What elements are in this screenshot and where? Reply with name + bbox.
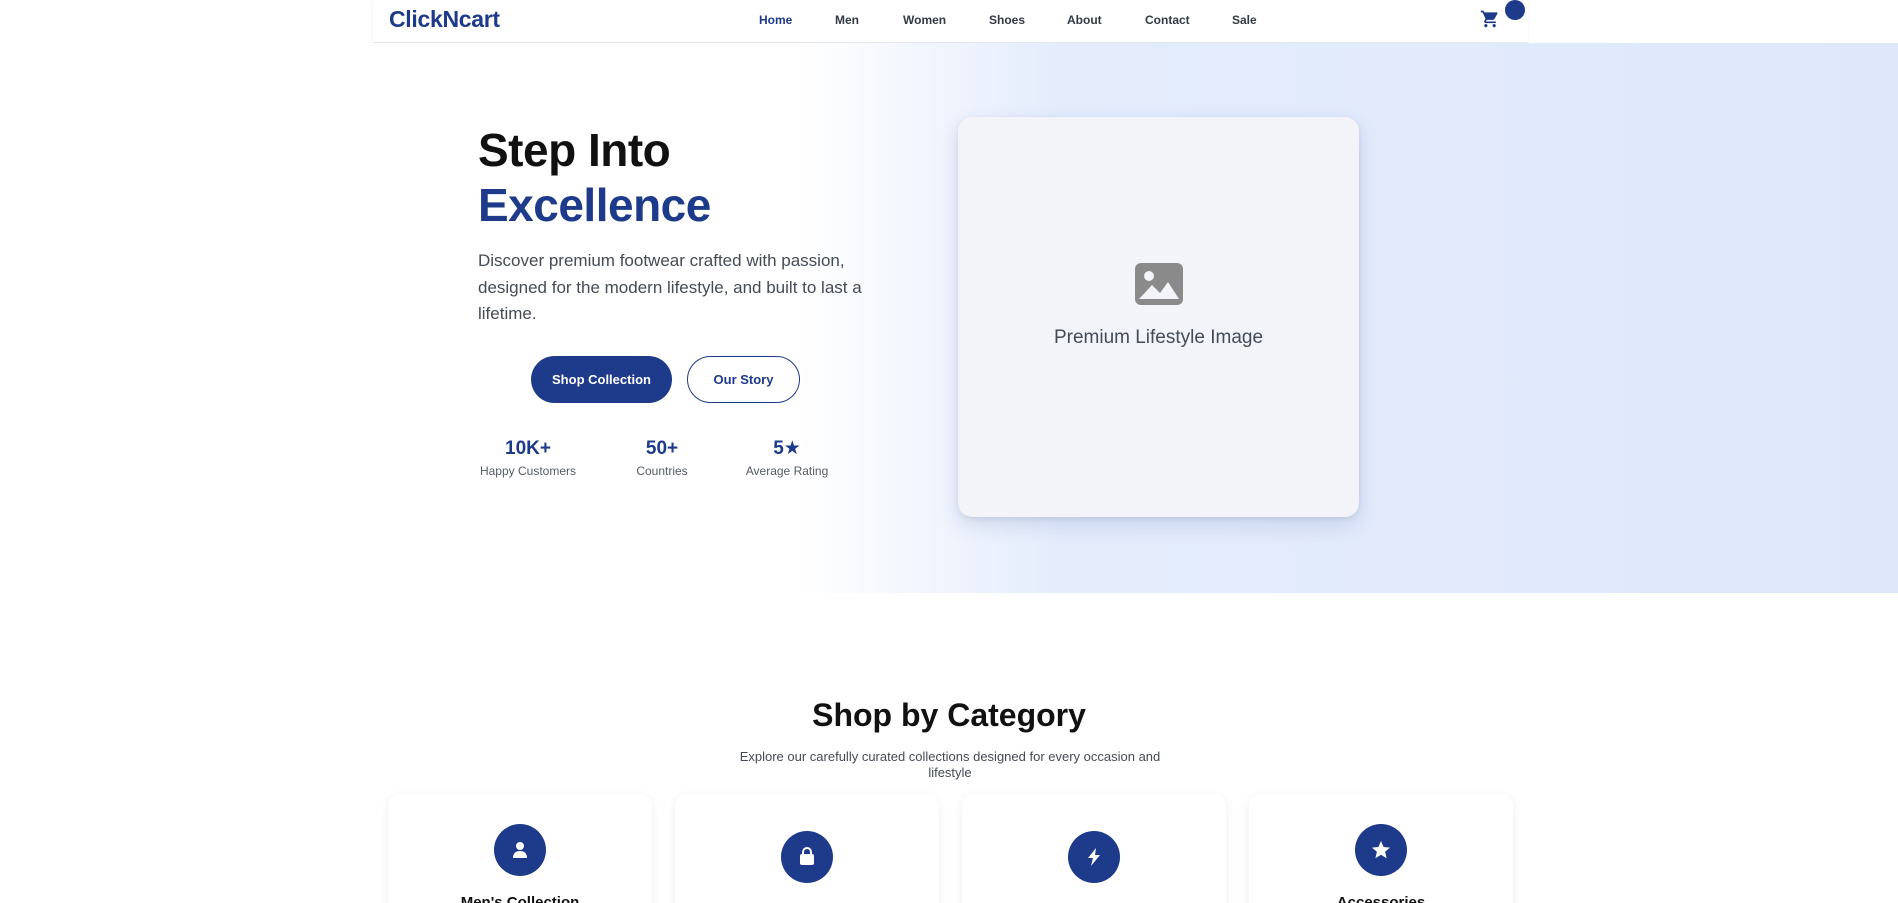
stat-value: 10K+ xyxy=(505,438,551,459)
star-icon xyxy=(1372,841,1390,859)
nav-link-women[interactable]: Women xyxy=(903,13,946,27)
category-card-men[interactable]: Men's Collection xyxy=(388,794,652,903)
category-name: Men's Collection xyxy=(460,894,580,903)
main-nav: Home Men Women Shoes About Contact Sale xyxy=(373,0,1528,40)
stat-value: 50+ xyxy=(645,438,679,459)
nav-link-contact[interactable]: Contact xyxy=(1145,13,1190,27)
category-card-3[interactable] xyxy=(962,794,1226,903)
stat-label: Happy Customers xyxy=(479,464,577,478)
shopping-cart-icon xyxy=(1480,10,1498,28)
stat-countries: 50+ Countries xyxy=(624,438,700,478)
top-navbar: ClickNcart Home Men Women Shoes About Co… xyxy=(373,0,1528,43)
hero-section: Step Into Excellence Discover premium fo… xyxy=(0,43,1898,593)
shopping-bag-icon xyxy=(800,847,814,865)
hero-image-placeholder: Premium Lifestyle Image xyxy=(958,117,1359,517)
nav-link-men[interactable]: Men xyxy=(835,13,859,27)
cart-count-badge xyxy=(1505,0,1525,20)
stat-average-rating: 5★ Average Rating xyxy=(742,438,832,478)
nav-link-home[interactable]: Home xyxy=(759,13,792,27)
stat-value: 5★ xyxy=(773,438,801,459)
category-icon-circle xyxy=(494,824,546,876)
category-icon-circle xyxy=(1068,831,1120,883)
image-icon xyxy=(1135,263,1183,305)
nav-link-about[interactable]: About xyxy=(1067,13,1102,27)
stat-label: Average Rating xyxy=(745,464,829,478)
category-name: Accessories xyxy=(1336,894,1426,903)
hero-title-line-1: Step Into xyxy=(478,124,671,176)
hero-description: Discover premium footwear crafted with p… xyxy=(478,251,862,323)
nav-link-shoes[interactable]: Shoes xyxy=(989,13,1025,27)
stat-happy-customers: 10K+ Happy Customers xyxy=(478,438,578,478)
image-caption: Premium Lifestyle Image xyxy=(1053,327,1264,348)
category-section-subtitle: Explore our carefully curated collection… xyxy=(739,749,1161,780)
user-icon xyxy=(513,842,527,858)
our-story-button[interactable]: Our Story xyxy=(687,356,800,403)
category-icon-circle xyxy=(1355,824,1407,876)
stat-label: Countries xyxy=(636,464,688,478)
nav-link-sale[interactable]: Sale xyxy=(1232,13,1257,27)
hero-title-line-2: Excellence xyxy=(478,179,711,231)
cart-button[interactable] xyxy=(1480,0,1525,30)
lightning-bolt-icon xyxy=(1088,848,1100,866)
shop-collection-button[interactable]: Shop Collection xyxy=(531,356,672,403)
category-card-2[interactable] xyxy=(675,794,939,903)
category-section-title: Shop by Category xyxy=(812,697,1086,733)
category-card-accessories[interactable]: Accessories xyxy=(1249,794,1513,903)
category-icon-circle xyxy=(781,831,833,883)
